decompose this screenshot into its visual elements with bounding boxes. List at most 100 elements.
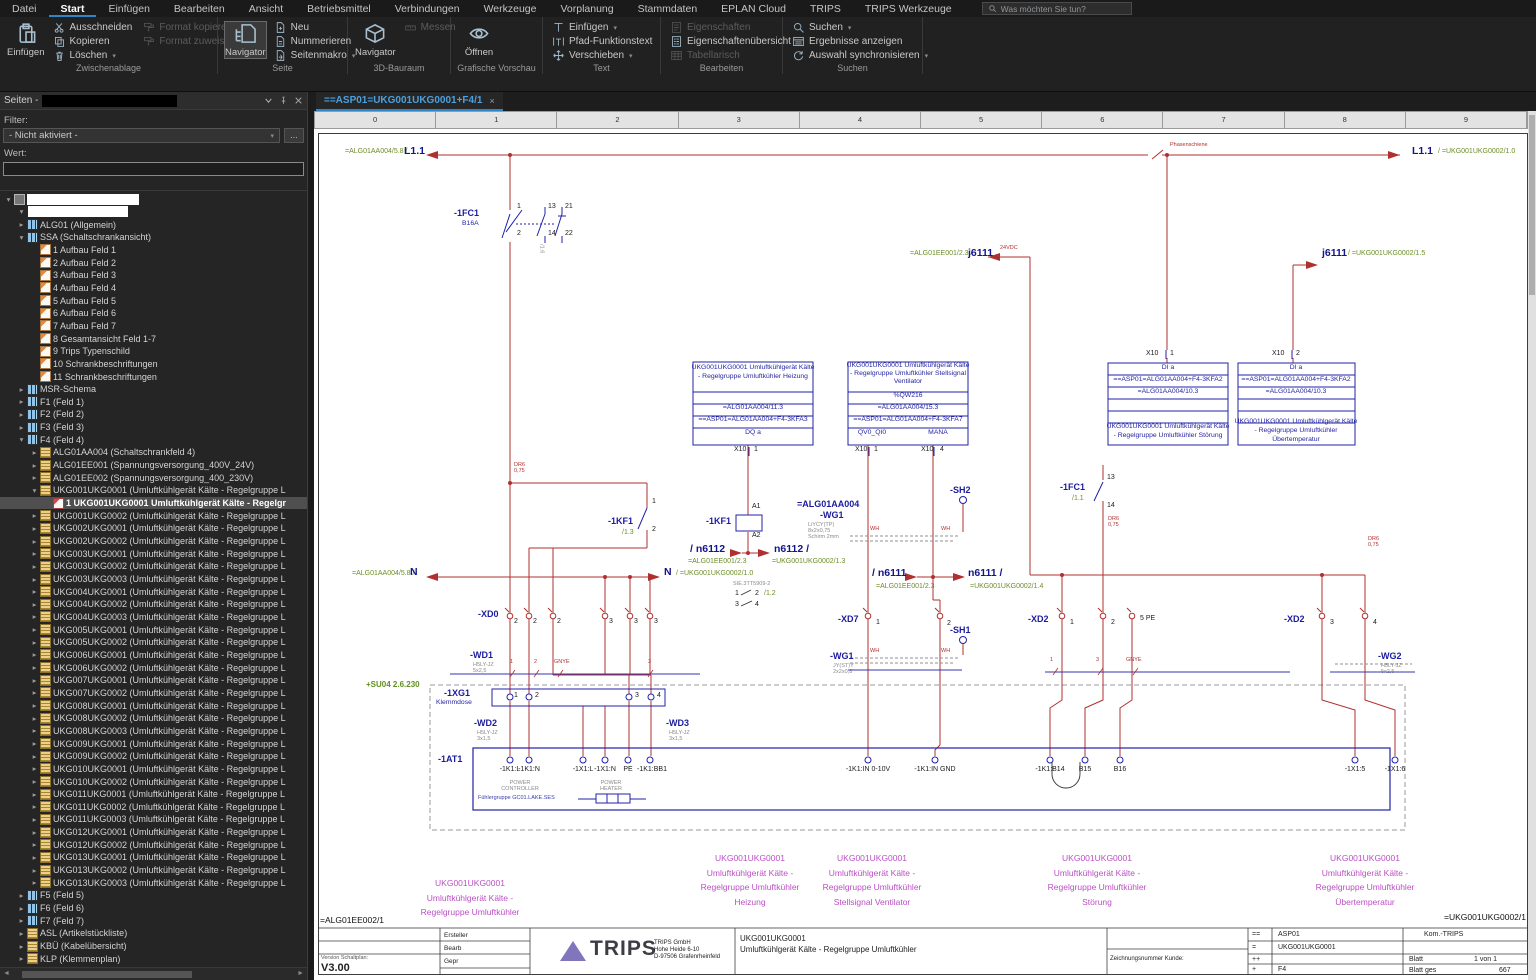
tree-row[interactable]: ▸ UKG012UKG0001 (Umluftkühlgerät Kälte - …	[0, 826, 307, 839]
tree-row[interactable]: 6 Aufbau Feld 6	[0, 307, 307, 320]
ribbon-tab-stammdaten[interactable]: Stammdaten	[626, 0, 710, 17]
tree-expand-icon[interactable]: ▸	[17, 220, 26, 229]
tree-row[interactable]: ▸ UKG008UKG0002 (Umluftkühlgerät Kälte - …	[0, 712, 307, 725]
chevron-down-icon[interactable]	[264, 96, 273, 105]
tree-row[interactable]: ▸ UKG005UKG0001 (Umluftkühlgerät Kälte - …	[0, 623, 307, 636]
tree-row[interactable]: ▸ UKG011UKG0002 (Umluftkühlgerät Kälte - …	[0, 801, 307, 814]
tree-expand-icon[interactable]: ▸	[30, 714, 39, 723]
tree-expand-icon[interactable]: ▸	[30, 676, 39, 685]
tree-row[interactable]: ▸ UKG010UKG0001 (Umluftkühlgerät Kälte - …	[0, 763, 307, 776]
tree-row[interactable]: ▸ F5 (Feld 5)	[0, 889, 307, 902]
tree-expand-icon[interactable]: ▸	[30, 688, 39, 697]
tree-row[interactable]: ▸ UKG008UKG0001 (Umluftkühlgerät Kälte - …	[0, 699, 307, 712]
scroll-right-arrow-icon[interactable]: ►	[297, 970, 304, 977]
tree-row[interactable]: ▸ ALG01 (Allgemein)	[0, 218, 307, 231]
tree-expand-icon[interactable]: ▸	[30, 815, 39, 824]
tree-row[interactable]: ▸ UKG003UKG0002 (Umluftkühlgerät Kälte - …	[0, 560, 307, 573]
tree-row[interactable]: ▸ UKG006UKG0001 (Umluftkühlgerät Kälte - …	[0, 649, 307, 662]
tree-expand-icon[interactable]: ▸	[30, 524, 39, 533]
tree-row[interactable]: ▸ ALG01EE002 (Spannungsversorgung_400_230…	[0, 471, 307, 484]
tree-expand-icon[interactable]: ▸	[17, 385, 26, 394]
tree-expand-icon[interactable]: ▸	[30, 575, 39, 584]
tree-expand-icon[interactable]: ▸	[17, 410, 26, 419]
tree-expand-icon[interactable]: ▸	[30, 511, 39, 520]
close-icon[interactable]	[294, 96, 303, 105]
tree-row[interactable]: 3 Aufbau Feld 3	[0, 269, 307, 282]
tree-row[interactable]: ▸ F6 (Feld 6)	[0, 902, 307, 915]
tree-expand-icon[interactable]: ▸	[30, 828, 39, 837]
tree-expand-icon[interactable]: ▸	[30, 448, 39, 457]
tree-row[interactable]: ▸ UKG013UKG0003 (Umluftkühlgerät Kälte - …	[0, 876, 307, 889]
tree-row[interactable]: 1 UKG001UKG0001 Umluftkühlgerät Kälte - …	[0, 496, 307, 510]
button-verschieben[interactable]: Verschieben ▾	[549, 49, 655, 62]
tree-expand-icon[interactable]: ▸	[30, 625, 39, 634]
tree-expand-icon[interactable]: ▸	[30, 587, 39, 596]
ribbon-tab-werkzeuge[interactable]: Werkzeuge	[472, 0, 549, 17]
ribbon-tab-betriebsmittel[interactable]: Betriebsmittel	[295, 0, 383, 17]
tree-expand-icon[interactable]: ▸	[30, 739, 39, 748]
tree-expand-icon[interactable]: ▸	[30, 853, 39, 862]
tree-expand-icon[interactable]: ▸	[17, 904, 26, 913]
ribbon-tab-einf-gen[interactable]: Einfügen	[96, 0, 161, 17]
big-button-navigator[interactable]: Navigator	[224, 21, 267, 59]
button-ergebnisse-anzeigen[interactable]: Ergebnisse anzeigen	[789, 35, 931, 48]
button-ausschneiden[interactable]: Ausschneiden	[50, 21, 136, 34]
tree-row[interactable]: ▸ ALG01EE001 (Spannungsversorgung_400V_24…	[0, 459, 307, 472]
button-kopieren[interactable]: Kopieren	[50, 35, 136, 48]
tree-row[interactable]: ▸ UKG007UKG0001 (Umluftkühlgerät Kälte - …	[0, 674, 307, 687]
tree-expand-icon[interactable]: ▸	[30, 866, 39, 875]
tree-row[interactable]: ▸ UKG005UKG0002 (Umluftkühlgerät Kälte - …	[0, 636, 307, 649]
tree-row[interactable]: ▸ UKG013UKG0002 (Umluftkühlgerät Kälte - …	[0, 864, 307, 877]
tree-row[interactable]: ▸ F7 (Feld 7)	[0, 914, 307, 927]
tree-expand-icon[interactable]: ▸	[17, 916, 26, 925]
tree-row[interactable]: ▸ UKG004UKG0002 (Umluftkühlgerät Kälte - …	[0, 598, 307, 611]
ribbon-tab-trips-werkzeuge[interactable]: TRIPS Werkzeuge	[853, 0, 964, 17]
button-seitenmakro[interactable]: Seitenmakro ▾	[271, 49, 359, 62]
tree-collapse-icon[interactable]: ▾	[17, 233, 26, 242]
button-pfad-funktionstext[interactable]: Pfad-Funktionstext	[549, 35, 655, 48]
tree-collapse-icon[interactable]: ▾	[4, 195, 13, 204]
vscroll-thumb[interactable]	[1529, 115, 1535, 295]
tree-expand-icon[interactable]: ▸	[30, 790, 39, 799]
tree-row[interactable]: ▸ UKG002UKG0001 (Umluftkühlgerät Kälte - …	[0, 522, 307, 535]
big-button-einf-gen[interactable]: Einfügen	[6, 21, 46, 59]
tree-expand-icon[interactable]: ▸	[17, 929, 26, 938]
tree-row[interactable]: ▸ ASL (Artikelstückliste)	[0, 927, 307, 940]
ribbon-tab-datei[interactable]: Datei	[0, 0, 49, 17]
tree-row[interactable]: ▸ UKG009UKG0001 (Umluftkühlgerät Kälte - …	[0, 737, 307, 750]
tree-row[interactable]: 4 Aufbau Feld 4	[0, 282, 307, 295]
tree-expand-icon[interactable]: ▸	[17, 891, 26, 900]
tree-expand-icon[interactable]: ▸	[17, 942, 26, 951]
tree-row[interactable]: ▸ UKG011UKG0003 (Umluftkühlgerät Kälte - …	[0, 813, 307, 826]
tree-expand-icon[interactable]: ▸	[30, 650, 39, 659]
tree-row[interactable]: ▸ F2 (Feld 2)	[0, 408, 307, 421]
tree-row[interactable]: ▸ UKG003UKG0001 (Umluftkühlgerät Kälte - …	[0, 547, 307, 560]
pin-icon[interactable]	[279, 96, 288, 105]
tree-collapse-icon[interactable]: ▾	[30, 486, 39, 495]
tree-expand-icon[interactable]: ▸	[30, 752, 39, 761]
tree-row[interactable]: ▸ UKG003UKG0003 (Umluftkühlgerät Kälte - …	[0, 573, 307, 586]
tree-collapse-icon[interactable]: ▾	[17, 207, 26, 216]
tree-row[interactable]: ▸ UKG008UKG0003 (Umluftkühlgerät Kälte - …	[0, 725, 307, 738]
tree-row[interactable]: ▸ MSR-Schema	[0, 383, 307, 396]
schematic-canvas[interactable]: =ALG01AA004/5.8 /L1.1 Phasenschiene L1.1/ …	[314, 129, 1528, 980]
button-suchen[interactable]: Suchen ▾	[789, 21, 931, 34]
tree-row[interactable]: 9 Trips Typenschild	[0, 345, 307, 358]
scroll-left-arrow-icon[interactable]: ◄	[3, 970, 10, 977]
tree-row[interactable]: 11 Schrankbeschriftungen	[0, 370, 307, 383]
tree-row[interactable]: ▸ UKG009UKG0002 (Umluftkühlgerät Kälte - …	[0, 750, 307, 763]
tree-expand-icon[interactable]: ▸	[17, 397, 26, 406]
filter-more-button[interactable]: ...	[284, 128, 304, 143]
filter-dropdown[interactable]: - Nicht aktiviert - ▾	[3, 128, 280, 143]
tree-expand-icon[interactable]: ▸	[30, 802, 39, 811]
big-button--ffnen[interactable]: Öffnen	[457, 21, 501, 59]
tree-expand-icon[interactable]: ▸	[30, 726, 39, 735]
tree-row[interactable]: ▸ F3 (Feld 3)	[0, 421, 307, 434]
tree-row[interactable]: ▸ UKG006UKG0002 (Umluftkühlgerät Kälte - …	[0, 661, 307, 674]
tree-expand-icon[interactable]: ▸	[30, 473, 39, 482]
button-nummerieren[interactable]: Nummerieren	[271, 35, 359, 48]
document-tab[interactable]: ==ASP01=UKG001UKG0001+F4/1 ×	[316, 92, 503, 111]
tree-row[interactable]: ▸ KLP (Klemmenplan)	[0, 952, 307, 965]
button-auswahl-synchronisieren[interactable]: Auswahl synchronisieren ▾	[789, 49, 931, 62]
tree-expand-icon[interactable]: ▸	[17, 423, 26, 432]
